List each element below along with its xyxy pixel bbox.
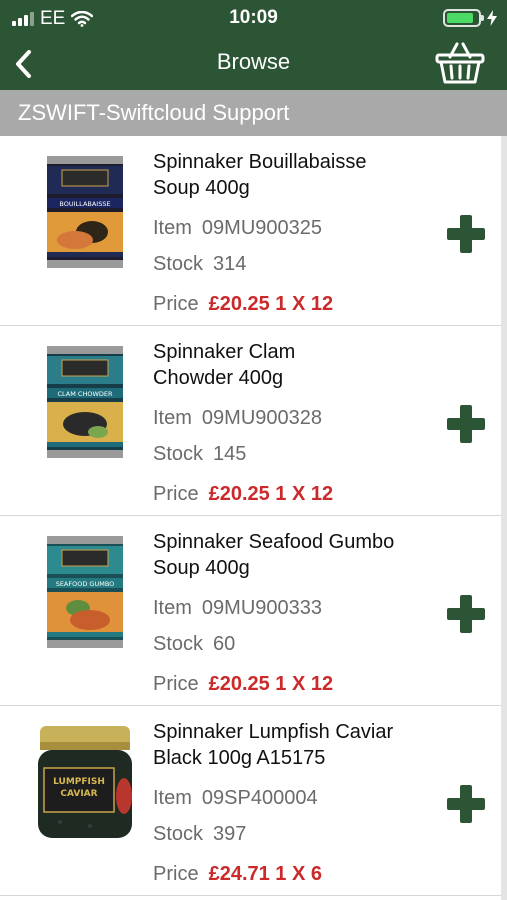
page-title: Browse <box>216 49 291 74</box>
product-name-line2: Chowder 400g <box>153 367 284 389</box>
product-list: BOUILLABAISSE Spinnaker Bouillabaisse So… <box>0 136 501 896</box>
product-image: LUMPFISH CAVIAR <box>38 726 132 838</box>
price-label: Price <box>153 863 199 885</box>
stock-line: Stock 397 <box>153 823 246 845</box>
stock-line: Stock 314 <box>153 253 246 275</box>
product-info: Spinnaker Clam Chowder 400g Item 09MU9003… <box>153 339 443 505</box>
add-to-basket-plus-icon[interactable] <box>445 403 487 445</box>
stock-value: 397 <box>213 823 247 845</box>
price-label: Price <box>153 673 199 695</box>
can-label-text: BOUILLABAISSE <box>59 200 110 208</box>
nav-bar: Browse <box>0 36 507 90</box>
can-label-text: SEAFOOD GUMBO <box>56 580 115 588</box>
product-image: SEAFOOD GUMBO <box>47 536 123 648</box>
svg-text:CAVIAR: CAVIAR <box>60 789 97 799</box>
stock-label: Stock <box>153 443 204 465</box>
stock-value: 314 <box>213 253 247 275</box>
battery-fill <box>447 13 473 23</box>
add-to-basket-plus-icon[interactable] <box>445 783 487 825</box>
item-label: Item <box>153 407 192 429</box>
item-code-line: Item 09MU900325 <box>153 217 322 239</box>
product-image: CLAM CHOWDER <box>47 346 123 458</box>
add-to-basket-plus-icon[interactable] <box>445 213 487 255</box>
price-value: £24.71 1 X 6 <box>208 863 323 885</box>
product-name-line1: Spinnaker Lumpfish Caviar <box>153 721 394 743</box>
battery-icon <box>443 9 484 27</box>
item-code: 09MU900328 <box>201 407 322 429</box>
price-label: Price <box>153 483 199 505</box>
stock-label: Stock <box>153 823 204 845</box>
product-name-line2: Soup 400g <box>153 177 250 199</box>
item-code: 09SP400004 <box>201 787 318 809</box>
price-line: Price £20.25 1 X 12 <box>153 673 333 695</box>
price-value: £20.25 1 X 12 <box>208 293 334 315</box>
jar-label-text: LUMPFISH <box>53 777 105 787</box>
price-line: Price £20.25 1 X 12 <box>153 293 333 315</box>
price-value: £20.25 1 X 12 <box>208 483 334 505</box>
item-code-line: Item 09MU900333 <box>153 597 322 619</box>
price-line: Price £20.25 1 X 12 <box>153 483 333 505</box>
list-scrollbar[interactable] <box>501 136 507 900</box>
account-banner: ZSWIFT-Swiftcloud Support <box>0 90 507 136</box>
stock-value: 145 <box>213 443 247 465</box>
price-label: Price <box>153 293 199 315</box>
can-label-text: CLAM CHOWDER <box>57 390 113 398</box>
product-name-line1: Spinnaker Bouillabaisse <box>153 151 367 173</box>
product-row[interactable]: SEAFOOD GUMBO Spinnaker Seafood Gumbo So… <box>0 516 501 706</box>
product-name: Spinnaker Clam Chowder 400g <box>153 339 443 395</box>
product-name-line2: Soup 400g <box>153 557 250 579</box>
basket-icon[interactable] <box>435 40 485 86</box>
product-name: Spinnaker Bouillabaisse Soup 400g <box>153 149 443 205</box>
item-label: Item <box>153 787 192 809</box>
add-to-basket-plus-icon[interactable] <box>445 593 487 635</box>
item-code: 09MU900333 <box>201 597 322 619</box>
item-code-line: Item 09MU900328 <box>153 407 322 429</box>
stock-label: Stock <box>153 633 204 655</box>
price-line: Price £24.71 1 X 6 <box>153 863 322 885</box>
stock-line: Stock 145 <box>153 443 246 465</box>
product-name: Spinnaker Lumpfish Caviar Black 100g A15… <box>153 719 443 775</box>
price-value: £20.25 1 X 12 <box>208 673 334 695</box>
product-name-line2: Black 100g A15175 <box>153 747 326 769</box>
product-row[interactable]: CLAM CHOWDER Spinnaker Clam Chowder 400g… <box>0 326 501 516</box>
item-code-line: Item 09SP400004 <box>153 787 318 809</box>
product-row[interactable]: LUMPFISH CAVIAR Spinnaker Lumpfish Cavia… <box>0 706 501 896</box>
product-info: Spinnaker Bouillabaisse Soup 400g Item 09… <box>153 149 443 315</box>
item-label: Item <box>153 597 192 619</box>
item-label: Item <box>153 217 192 239</box>
stock-line: Stock 60 <box>153 633 235 655</box>
product-name-line1: Spinnaker Clam <box>153 341 296 363</box>
stock-label: Stock <box>153 253 204 275</box>
item-code: 09MU900325 <box>201 217 322 239</box>
app-header: EE 10:09 Browse <box>0 0 507 90</box>
product-image: BOUILLABAISSE <box>47 156 123 268</box>
product-name: Spinnaker Seafood Gumbo Soup 400g <box>153 529 443 585</box>
product-info: Spinnaker Seafood Gumbo Soup 400g Item 09… <box>153 529 443 695</box>
product-name-line1: Spinnaker Seafood Gumbo <box>153 531 395 553</box>
battery-indicator <box>443 9 497 27</box>
product-row[interactable]: BOUILLABAISSE Spinnaker Bouillabaisse So… <box>0 136 501 326</box>
status-time: 10:09 <box>229 7 278 28</box>
status-bar: EE 10:09 <box>0 0 507 36</box>
stock-value: 60 <box>213 633 236 655</box>
charging-bolt-icon <box>487 10 497 26</box>
product-info: Spinnaker Lumpfish Caviar Black 100g A15… <box>153 719 443 885</box>
